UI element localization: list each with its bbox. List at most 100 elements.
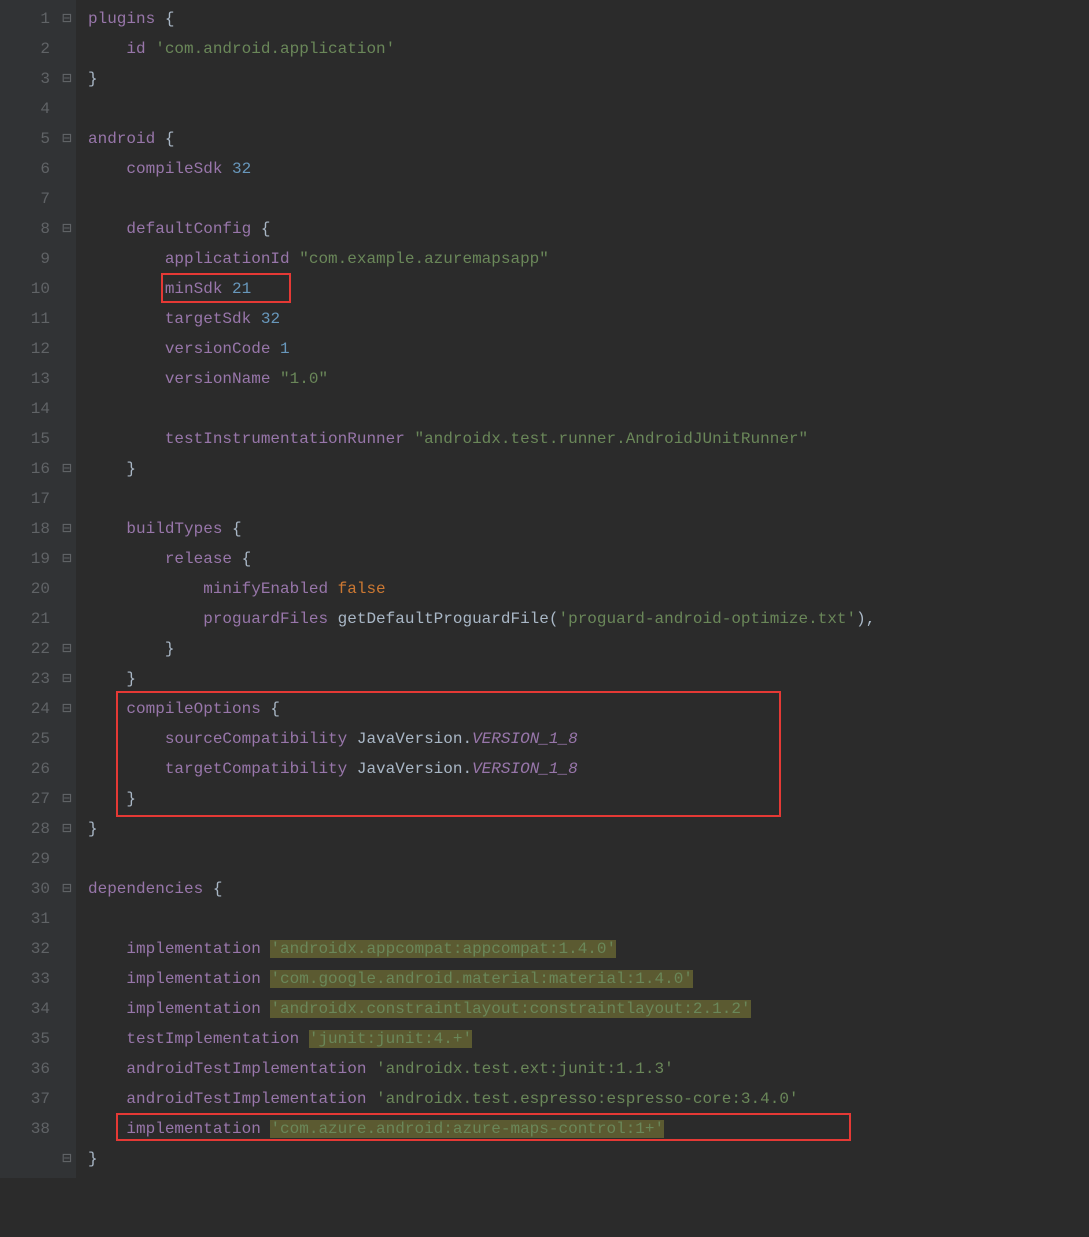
fold-toggle-icon[interactable] [58, 274, 76, 304]
line-number: 22 [18, 634, 50, 664]
line-number: 6 [18, 154, 50, 184]
line-number: 15 [18, 424, 50, 454]
fold-toggle-icon[interactable] [58, 994, 76, 1024]
fold-toggle-icon[interactable]: ⊟ [58, 4, 76, 34]
line-number: 7 [18, 184, 50, 214]
line-number: 1 [18, 4, 50, 34]
line-number: 24 [18, 694, 50, 724]
code-line[interactable]: implementation 'com.google.android.mater… [88, 964, 1081, 994]
code-line[interactable]: implementation 'androidx.appcompat:appco… [88, 934, 1081, 964]
line-number: 5 [18, 124, 50, 154]
code-line[interactable] [88, 184, 1081, 214]
fold-toggle-icon[interactable]: ⊟ [58, 634, 76, 664]
fold-toggle-icon[interactable] [58, 154, 76, 184]
code-line[interactable]: implementation 'com.azure.android:azure-… [88, 1114, 1081, 1144]
fold-toggle-icon[interactable]: ⊟ [58, 124, 76, 154]
code-line[interactable]: versionName "1.0" [88, 364, 1081, 394]
fold-toggle-icon[interactable]: ⊟ [58, 664, 76, 694]
code-line[interactable]: testImplementation 'junit:junit:4.+' [88, 1024, 1081, 1054]
fold-toggle-icon[interactable] [58, 1024, 76, 1054]
code-line[interactable]: } [88, 64, 1081, 94]
fold-toggle-icon[interactable] [58, 304, 76, 334]
code-line[interactable]: proguardFiles getDefaultProguardFile('pr… [88, 604, 1081, 634]
fold-toggle-icon[interactable] [58, 394, 76, 424]
line-number: 20 [18, 574, 50, 604]
line-number: 2 [18, 34, 50, 64]
code-line[interactable] [88, 904, 1081, 934]
fold-toggle-icon[interactable]: ⊟ [58, 64, 76, 94]
fold-toggle-icon[interactable] [58, 334, 76, 364]
code-line[interactable]: defaultConfig { [88, 214, 1081, 244]
code-line[interactable]: plugins { [88, 4, 1081, 34]
code-line[interactable]: sourceCompatibility JavaVersion.VERSION_… [88, 724, 1081, 754]
fold-toggle-icon[interactable]: ⊟ [58, 874, 76, 904]
fold-toggle-icon[interactable] [58, 574, 76, 604]
fold-toggle-icon[interactable] [58, 604, 76, 634]
code-line[interactable]: release { [88, 544, 1081, 574]
fold-toggle-icon[interactable] [58, 964, 76, 994]
line-number: 3 [18, 64, 50, 94]
fold-toggle-icon[interactable] [58, 34, 76, 64]
line-number: 37 [18, 1084, 50, 1114]
code-line[interactable] [88, 394, 1081, 424]
fold-toggle-icon[interactable] [58, 94, 76, 124]
fold-toggle-icon[interactable]: ⊟ [58, 214, 76, 244]
code-line[interactable]: implementation 'androidx.constraintlayou… [88, 994, 1081, 1024]
fold-toggle-icon[interactable] [58, 754, 76, 784]
fold-toggle-icon[interactable]: ⊟ [58, 784, 76, 814]
code-line[interactable]: } [88, 1144, 1081, 1174]
code-line[interactable]: versionCode 1 [88, 334, 1081, 364]
code-line[interactable]: minSdk 21 [88, 274, 1081, 304]
code-line[interactable]: id 'com.android.application' [88, 34, 1081, 64]
code-line[interactable] [88, 94, 1081, 124]
line-number: 23 [18, 664, 50, 694]
code-line[interactable]: androidTestImplementation 'androidx.test… [88, 1054, 1081, 1084]
fold-toggle-icon[interactable] [58, 1114, 76, 1144]
line-number-gutter: 1 2 3 4 5 6 7 8 9 10 11 12 13 14 15 16 1… [0, 0, 58, 1178]
code-line[interactable]: } [88, 634, 1081, 664]
line-number: 18 [18, 514, 50, 544]
fold-toggle-icon[interactable] [58, 904, 76, 934]
code-line[interactable]: compileSdk 32 [88, 154, 1081, 184]
fold-toggle-icon[interactable] [58, 484, 76, 514]
code-line[interactable]: applicationId "com.example.azuremapsapp" [88, 244, 1081, 274]
code-line[interactable] [88, 844, 1081, 874]
fold-toggle-icon[interactable] [58, 724, 76, 754]
code-line[interactable]: } [88, 454, 1081, 484]
line-number: 10 [18, 274, 50, 304]
code-editor[interactable]: 1 2 3 4 5 6 7 8 9 10 11 12 13 14 15 16 1… [0, 0, 1089, 1178]
code-line[interactable]: } [88, 814, 1081, 844]
fold-toggle-icon[interactable]: ⊟ [58, 814, 76, 844]
fold-toggle-icon[interactable] [58, 934, 76, 964]
fold-toggle-icon[interactable]: ⊟ [58, 544, 76, 574]
line-number: 28 [18, 814, 50, 844]
fold-toggle-icon[interactable]: ⊟ [58, 454, 76, 484]
fold-toggle-icon[interactable]: ⊟ [58, 694, 76, 724]
code-line[interactable]: androidTestImplementation 'androidx.test… [88, 1084, 1081, 1114]
code-line[interactable]: buildTypes { [88, 514, 1081, 544]
fold-toggle-icon[interactable] [58, 844, 76, 874]
code-area[interactable]: plugins { id 'com.android.application' }… [76, 0, 1089, 1178]
code-line[interactable]: android { [88, 124, 1081, 154]
fold-toggle-icon[interactable]: ⊟ [58, 1144, 76, 1174]
fold-toggle-icon[interactable] [58, 244, 76, 274]
fold-toggle-icon[interactable] [58, 1084, 76, 1114]
code-line[interactable]: minifyEnabled false [88, 574, 1081, 604]
fold-toggle-icon[interactable] [58, 364, 76, 394]
fold-toggle-icon[interactable] [58, 1054, 76, 1084]
fold-toggle-icon[interactable] [58, 184, 76, 214]
line-number: 9 [18, 244, 50, 274]
fold-toggle-icon[interactable] [58, 424, 76, 454]
code-line[interactable]: dependencies { [88, 874, 1081, 904]
code-line[interactable]: targetSdk 32 [88, 304, 1081, 334]
code-line[interactable]: targetCompatibility JavaVersion.VERSION_… [88, 754, 1081, 784]
code-line[interactable] [88, 484, 1081, 514]
fold-toggle-icon[interactable]: ⊟ [58, 514, 76, 544]
line-number: 27 [18, 784, 50, 814]
line-number: 21 [18, 604, 50, 634]
line-number: 11 [18, 304, 50, 334]
code-line[interactable]: compileOptions { [88, 694, 1081, 724]
code-line[interactable]: } [88, 664, 1081, 694]
code-line[interactable]: } [88, 784, 1081, 814]
code-line[interactable]: testInstrumentationRunner "androidx.test… [88, 424, 1081, 454]
